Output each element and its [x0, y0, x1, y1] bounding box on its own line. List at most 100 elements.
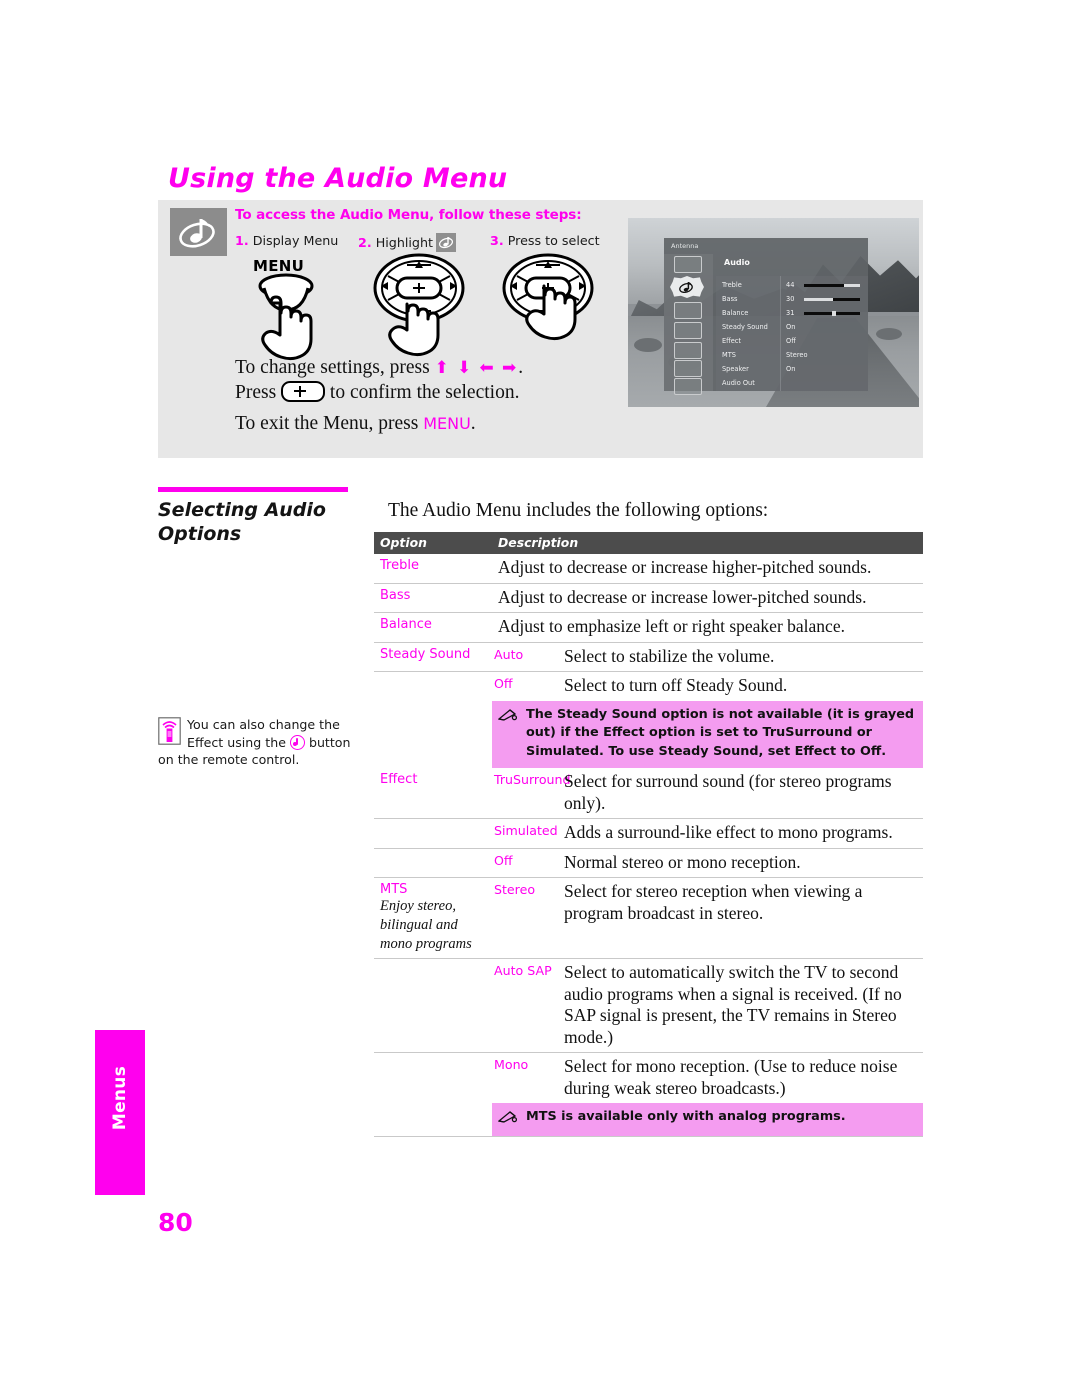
page-number: 80: [158, 1208, 193, 1237]
table-row: Off Select to turn off Steady Sound.: [374, 672, 923, 701]
margin-note: You can also change the Effect using the…: [158, 716, 363, 769]
osd-row-label: Effect: [722, 337, 741, 345]
row-description: Select to turn off Steady Sound.: [564, 675, 788, 695]
row-description: Adjust to emphasize left or right speake…: [498, 616, 845, 636]
table-row: Balance Adjust to emphasize left or righ…: [374, 613, 923, 643]
row-option: Treble: [380, 558, 419, 573]
table-intro: The Audio Menu includes the following op…: [388, 500, 769, 521]
table-row: Bass Adjust to decrease or increase lowe…: [374, 584, 923, 613]
osd-row-label: Treble: [722, 281, 742, 289]
tv-screenshot: Antenna Audio Treble 44 Bass 30 Balance …: [628, 218, 919, 407]
row-description: Select to automatically switch the TV to…: [564, 962, 902, 1047]
step-2-number: 2.: [358, 235, 372, 250]
remote-control-icon: [158, 717, 181, 745]
row-description: Select for stereo reception when viewing…: [564, 881, 863, 923]
select-button-icon: [281, 381, 326, 402]
pencil-note-icon: [497, 706, 520, 762]
shrub: [876, 328, 902, 340]
parental-lock-icon[interactable]: [674, 342, 702, 359]
table-row: Auto SAP Select to automatically switch …: [374, 959, 923, 1053]
pip-icon[interactable]: [674, 322, 702, 339]
osd-row-label: Speaker: [722, 365, 749, 373]
step-3: 3. Press to select: [490, 233, 600, 248]
table-row: Mono Select for mono reception. (Use to …: [374, 1053, 923, 1103]
osd-row-value: 30: [786, 295, 795, 303]
row-option: [374, 849, 492, 878]
table-row: Treble Adjust to decrease or increase hi…: [374, 554, 923, 584]
table-row: Off Normal stereo or mono reception.: [374, 849, 923, 878]
osd-row-label: Steady Sound: [722, 323, 768, 331]
row-value: Mono: [494, 1057, 529, 1072]
section-tab-label: Menus: [110, 1065, 130, 1131]
note-spacer: [374, 1103, 492, 1136]
confirm-text-b: to confirm the selection.: [325, 382, 520, 403]
column-header-option: Option: [380, 535, 427, 550]
table-row: Effect TruSurround Select for surround s…: [374, 768, 923, 819]
row-option: Effect: [380, 772, 418, 787]
osd-rows-background: [716, 276, 868, 391]
row-description: Adds a surround-like effect to mono prog…: [564, 822, 893, 842]
exit-text-b: .: [470, 413, 476, 434]
table-header: Option Description: [374, 532, 923, 554]
osd-antenna-label: Antenna: [671, 242, 699, 250]
osd-row-value: Stereo: [786, 351, 808, 359]
balance-slider[interactable]: [804, 311, 860, 316]
osd-column-divider: [780, 276, 781, 391]
row-value: Off: [494, 852, 513, 868]
step-1-label: Display Menu: [252, 233, 339, 248]
table-row: Simulated Adds a surround-like effect to…: [374, 819, 923, 849]
table-row: Steady Sound Auto Select to stabilize th…: [374, 643, 923, 672]
table-bottom-rule: [374, 1136, 923, 1137]
osd-row-value: 44: [786, 281, 795, 289]
row-option: [374, 672, 492, 701]
osd-row-label: Balance: [722, 309, 749, 317]
section-heading: Selecting Audio Options: [158, 499, 326, 545]
row-description: Select for mono reception. (Use to reduc…: [564, 1056, 898, 1098]
menu-keyword: MENU: [423, 414, 471, 433]
step-3-number: 3.: [490, 233, 504, 248]
exit-text-a: To exit the Menu, press: [235, 413, 424, 434]
osd-row-label: MTS: [722, 351, 736, 359]
setup-toolbox-icon[interactable]: [674, 360, 702, 377]
step-2-label: Highlight: [375, 235, 433, 250]
step-3-label: Press to select: [507, 233, 600, 248]
treble-slider[interactable]: [804, 284, 860, 287]
screen-icon[interactable]: [674, 302, 702, 319]
dpad-arrows: ⬆ ⬇ ⬅ ➡: [434, 358, 519, 377]
section-tab-menus: Menus: [95, 1030, 145, 1195]
row-option: [374, 1053, 492, 1103]
row-description: Normal stereo or mono reception.: [564, 851, 801, 872]
grid-apps-icon[interactable]: [674, 378, 702, 395]
change-settings-text: To change settings, press: [235, 357, 435, 378]
row-description: Adjust to decrease or increase lower-pit…: [498, 586, 867, 607]
tv-osd-menu: Antenna Audio Treble 44 Bass 30 Balance …: [664, 238, 868, 395]
osd-row-value: On: [786, 323, 796, 331]
column-header-description: Description: [498, 535, 579, 550]
audio-note-icon: [435, 233, 456, 252]
audio-options-table: Option Description Treble Adjust to decr…: [374, 532, 923, 1137]
row-option-subtext: Enjoy stereo, bilingual and mono program…: [380, 898, 472, 952]
step-1: 1. Display Menu: [235, 233, 338, 248]
row-description: Adjust to decrease or increase higher-pi…: [498, 557, 872, 577]
shrub: [634, 338, 662, 352]
note-box: MTS is available only with analog progra…: [492, 1103, 923, 1136]
row-value: Auto SAP: [494, 963, 552, 978]
pencil-note-icon: [497, 1108, 520, 1129]
table-row: MTS Enjoy stereo, bilingual and mono pro…: [374, 878, 923, 959]
note-spacer: [374, 701, 492, 769]
osd-row-label: Bass: [722, 295, 738, 303]
section-rule: [158, 487, 348, 492]
row-value: Simulated: [494, 823, 558, 838]
row-option: MTS Enjoy stereo, bilingual and mono pro…: [374, 878, 492, 958]
note-text: MTS is available only with analog progra…: [526, 1109, 846, 1124]
osd-menu-title: Audio: [724, 258, 750, 267]
row-option-label: MTS: [380, 882, 408, 897]
page-title: Using the Audio Menu: [168, 163, 508, 194]
audio-note-icon: [170, 208, 227, 256]
row-value: TruSurround: [494, 772, 571, 787]
manual-page: Using the Audio Menu To access the Audio…: [0, 0, 1080, 1397]
audio-icon[interactable]: [670, 276, 704, 298]
bass-slider[interactable]: [804, 298, 860, 301]
row-description: Select to stabilize the volume.: [564, 645, 775, 666]
video-icon[interactable]: [674, 256, 702, 273]
